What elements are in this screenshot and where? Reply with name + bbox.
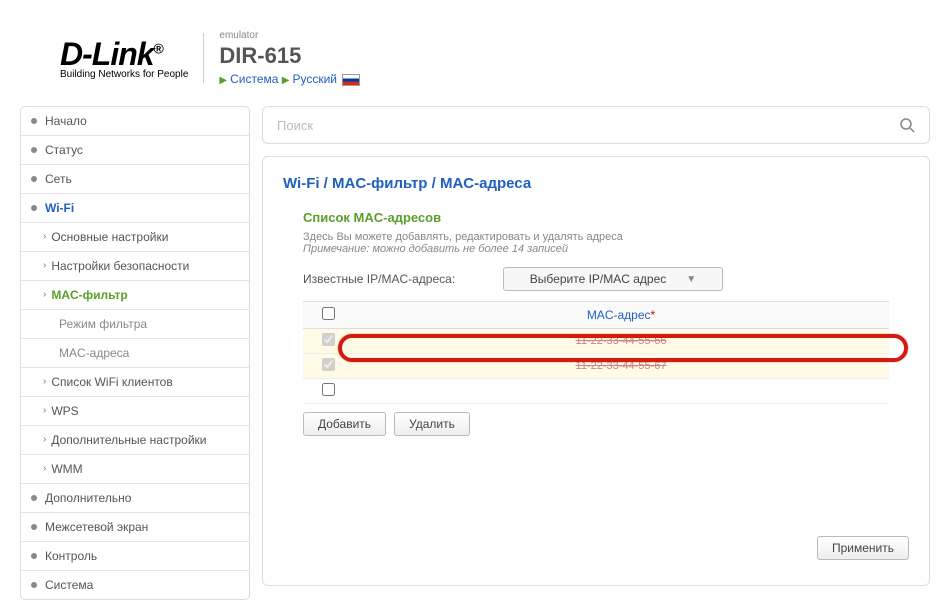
- nav-wifi[interactable]: Wi-Fi: [21, 194, 249, 223]
- chevron-right-icon: ›: [43, 435, 46, 445]
- nav-start[interactable]: Начало: [21, 107, 249, 136]
- known-label: Известные IP/MAC-адреса:: [303, 272, 503, 286]
- search-input[interactable]: Поиск: [262, 106, 930, 144]
- divider: [203, 33, 204, 83]
- row-checkbox[interactable]: [322, 358, 335, 371]
- nav-additional[interactable]: Дополнительно: [21, 484, 249, 513]
- chevron-right-icon: ›: [43, 406, 46, 416]
- crumb-lang[interactable]: Русский: [292, 72, 337, 86]
- emulator-label: emulator: [219, 30, 360, 41]
- col-mac-header: MAC-адрес: [587, 308, 651, 322]
- ip-mac-dropdown[interactable]: Выберите IP/MAC адрес ▼: [503, 267, 723, 291]
- nav-status[interactable]: Статус: [21, 136, 249, 165]
- search-placeholder: Поиск: [277, 118, 899, 133]
- nav-wifi-wps[interactable]: ›WPS: [21, 397, 249, 426]
- sidebar: Начало Статус Сеть Wi-Fi ›Основные настр…: [20, 106, 250, 600]
- logo: D-Link® Building Networks for People: [60, 36, 188, 80]
- nav-wifi-sec[interactable]: ›Настройки безопасности: [21, 252, 249, 281]
- section-note: Примечание: можно добавить не более 14 з…: [303, 243, 889, 255]
- row-checkbox[interactable]: [322, 383, 335, 396]
- table-row[interactable]: 11-22-33-44-55-66: [303, 329, 889, 354]
- chevron-right-icon: ›: [43, 261, 46, 271]
- delete-button[interactable]: Удалить: [394, 412, 470, 436]
- select-all-checkbox[interactable]: [322, 307, 335, 320]
- brand-text: D-Link®: [60, 36, 188, 73]
- row-checkbox[interactable]: [322, 333, 335, 346]
- search-icon: [899, 117, 915, 133]
- section-desc: Здесь Вы можете добавлять, редактировать…: [303, 231, 889, 243]
- chevron-right-icon: ▶: [219, 75, 227, 86]
- chevron-right-icon: ▶: [282, 75, 290, 86]
- add-button[interactable]: Добавить: [303, 412, 386, 436]
- nav-wifi-mac-mode[interactable]: Режим фильтра: [21, 310, 249, 339]
- model-name: DIR-615: [219, 43, 360, 69]
- nav-wifi-mac[interactable]: ›MAC-фильтр: [21, 281, 249, 310]
- mac-cell: 11-22-33-44-55-66: [353, 329, 889, 354]
- crumb-system[interactable]: Система: [230, 72, 278, 86]
- chevron-right-icon: ›: [43, 232, 46, 242]
- chevron-right-icon: ›: [43, 377, 46, 387]
- mac-cell[interactable]: [353, 379, 889, 404]
- header-crumb: ▶Система ▶Русский: [219, 72, 360, 86]
- header: D-Link® Building Networks for People emu…: [0, 0, 950, 96]
- nav-firewall[interactable]: Межсетевой экран: [21, 513, 249, 542]
- table-row[interactable]: 11-22-33-44-55-67: [303, 354, 889, 379]
- breadcrumb: Wi-Fi / MAC-фильтр / MAC-адреса: [283, 175, 909, 192]
- chevron-down-icon: ▼: [686, 274, 696, 285]
- flag-ru-icon: [342, 74, 360, 86]
- section-title: Список MAC-адресов: [303, 210, 889, 225]
- nav-wifi-wmm[interactable]: ›WMM: [21, 455, 249, 484]
- nav-wifi-adv[interactable]: ›Дополнительные настройки: [21, 426, 249, 455]
- nav-wifi-clients[interactable]: ›Список WiFi клиентов: [21, 368, 249, 397]
- nav-control[interactable]: Контроль: [21, 542, 249, 571]
- nav-wifi-mac-addr[interactable]: MAC-адреса: [21, 339, 249, 368]
- apply-button[interactable]: Применить: [817, 536, 909, 560]
- nav-net[interactable]: Сеть: [21, 165, 249, 194]
- mac-table: MAC-адрес* 11-22-33-44-55-66 11-22-33-44…: [303, 301, 889, 404]
- chevron-right-icon: ›: [43, 290, 46, 300]
- mac-cell: 11-22-33-44-55-67: [353, 354, 889, 379]
- table-row-new[interactable]: [303, 379, 889, 404]
- chevron-right-icon: ›: [43, 464, 46, 474]
- nav-system[interactable]: Система: [21, 571, 249, 599]
- nav-wifi-basic[interactable]: ›Основные настройки: [21, 223, 249, 252]
- main-panel: Wi-Fi / MAC-фильтр / MAC-адреса Список M…: [262, 156, 930, 586]
- model-block: emulator DIR-615 ▶Система ▶Русский: [219, 30, 360, 86]
